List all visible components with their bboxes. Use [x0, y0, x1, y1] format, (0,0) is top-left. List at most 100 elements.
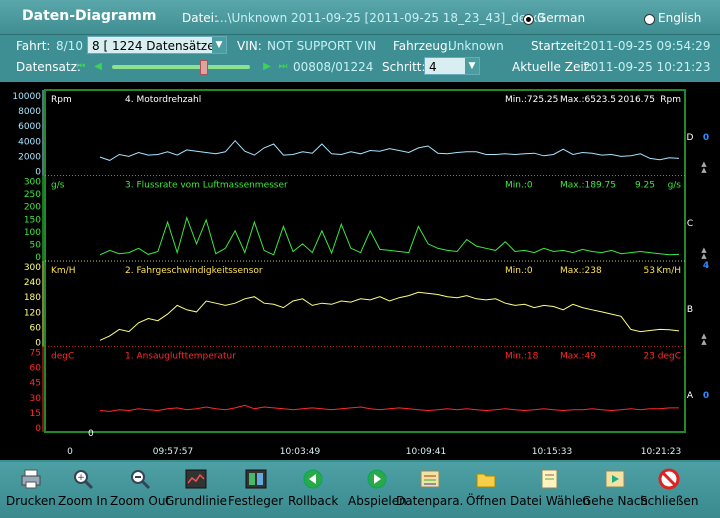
zoom-in-icon: +: [58, 468, 108, 490]
grundlinie-button[interactable]: Grundlinie: [165, 466, 227, 516]
english-label[interactable]: English: [658, 11, 701, 25]
festleger-button[interactable]: Festleger: [228, 466, 283, 516]
series-line-B: [99, 291, 680, 341]
fahrt-select[interactable]: 8 [ 1224 Datensätze] ▼: [87, 36, 227, 54]
y-tick-label: 8000: [18, 107, 41, 117]
close-icon: [640, 468, 698, 490]
panel-unit: g/s: [51, 181, 65, 191]
panel-unit: Km/H: [51, 266, 75, 276]
next-record-icon[interactable]: ▶: [262, 61, 272, 73]
festleger-label: Festleger: [228, 494, 284, 508]
datei-waehlen-label: Datei Wählen: [510, 494, 591, 508]
german-radio[interactable]: [523, 14, 534, 25]
grundlinie-label: Grundlinie: [165, 494, 228, 508]
window-title: Daten-Diagramm: [22, 8, 157, 24]
scroll-arrow-icon[interactable]: ▲: [701, 252, 707, 260]
chevron-down-icon[interactable]: ▼: [465, 58, 479, 74]
aktuelle-zeit-value: 2011-09-25 10:21:23: [583, 60, 711, 74]
zoom-in-label: Zoom In: [58, 494, 108, 508]
y-tick-label: 250: [24, 190, 41, 200]
y-tick-label: 0: [35, 168, 41, 178]
schritt-label: Schritt:: [382, 60, 426, 74]
chevron-down-icon[interactable]: ▼: [212, 37, 226, 53]
y-tick-label: 45: [30, 379, 41, 389]
y-tick-label: 75: [30, 349, 41, 359]
bottom-toolbar: Drucken + Zoom In Zoom Out Grundlinie Festleg…: [0, 462, 720, 518]
y-tick-label: 0: [35, 424, 41, 434]
series-line-C: [99, 216, 680, 256]
rollback-label: Rollback: [288, 494, 339, 508]
svg-text:+: +: [77, 473, 85, 483]
panel-current-unit: degC: [658, 352, 681, 362]
data-chart[interactable]: 1000080006000400020000Rpm 4. Motordrehzah…: [0, 82, 720, 460]
schritt-select[interactable]: 4 ▼: [424, 57, 480, 75]
first-record-icon[interactable]: ⏮: [76, 61, 86, 73]
fahrzeug-value: Unknown: [448, 39, 504, 53]
scroll-arrow-icon[interactable]: ▲: [701, 166, 707, 174]
x-tick-label: 10:03:49: [280, 447, 321, 457]
panel-current: 2016.75: [618, 95, 655, 105]
record-slider[interactable]: [112, 65, 250, 69]
panel-unit: degC: [51, 352, 74, 362]
panel-current: 53: [644, 266, 655, 276]
datensatz-value: 00808/01224: [293, 60, 374, 74]
gehe-nach-label: Gehe Nach: [582, 494, 649, 508]
panel-min: Min.:18: [505, 352, 539, 362]
y-tick-label: 120: [24, 308, 41, 318]
datei-waehlen-button[interactable]: Datei Wählen: [510, 466, 590, 516]
panel-name: 2. Fahrgeschwindigkeitssensor: [125, 266, 263, 276]
prev-record-icon[interactable]: ◀: [93, 61, 103, 73]
y-tick-label: 300: [24, 263, 41, 273]
y-tick-label: 2000: [18, 152, 41, 162]
panel-max: Max.:189.75: [560, 181, 616, 191]
rollback-button[interactable]: Rollback: [288, 466, 338, 516]
german-label[interactable]: German: [537, 11, 585, 25]
series-line-D: [99, 139, 680, 161]
zoom-out-icon: [110, 468, 170, 490]
title-bar: Daten-Diagramm Datei: ...\Unknown 2011-0…: [0, 0, 720, 35]
series-line-A: [99, 404, 679, 412]
oeffnen-button[interactable]: Öffnen: [466, 466, 506, 516]
fahrzeug-label: Fahrzeug:: [393, 39, 452, 53]
fahrt-value: 8/10: [56, 39, 83, 53]
y-tick-label: 300: [24, 178, 41, 188]
datei-value: ...\Unknown 2011-09-25 [2011-09-25 18_23…: [216, 11, 545, 25]
rollback-icon: [288, 468, 338, 490]
baseline-icon: [165, 468, 227, 490]
slider-thumb[interactable]: [200, 60, 209, 75]
zoom-in-button[interactable]: + Zoom In: [58, 466, 108, 516]
x-tick-label: 10:09:41: [406, 447, 446, 457]
zoom-out-button[interactable]: Zoom Out: [110, 466, 170, 516]
fahrt-label: Fahrt:: [16, 39, 51, 53]
side-value: 0: [703, 391, 709, 401]
folder-open-icon: [466, 468, 506, 490]
y-tick-label: 30: [30, 394, 42, 404]
scroll-arrow-icon[interactable]: ▲: [701, 338, 707, 346]
side-label-B: B: [687, 305, 693, 315]
drucken-button[interactable]: Drucken: [6, 466, 56, 516]
panel-current: 9.25: [635, 181, 655, 191]
goto-icon: [582, 468, 648, 490]
panel-current-unit: Rpm: [660, 95, 681, 105]
y-tick-label: 180: [24, 293, 41, 303]
aktuelle-zeit-label: Aktuelle Zeit:: [512, 60, 593, 74]
gehe-nach-button[interactable]: Gehe Nach: [582, 466, 648, 516]
schliessen-button[interactable]: Schließen: [640, 466, 698, 516]
english-radio[interactable]: [644, 14, 655, 25]
panel-max: Max.:6523.5: [560, 95, 616, 105]
datei-label: Datei:: [182, 11, 219, 25]
panel-name: 3. Flussrate vom Luftmassenmesser: [125, 181, 288, 191]
y-tick-label: 15: [30, 409, 41, 419]
y-tick-label: 0: [35, 339, 41, 349]
y-tick-label: 4000: [18, 137, 41, 147]
panel-name: 1. Ansauglufttemperatur: [125, 352, 236, 362]
last-record-icon[interactable]: ⏭: [278, 61, 288, 73]
panel-min: Min.:725.25: [505, 95, 558, 105]
y-tick-label: 60: [30, 364, 42, 374]
schliessen-label: Schließen: [640, 494, 699, 508]
side-value: 0: [703, 133, 709, 143]
y-tick-label: 150: [24, 215, 41, 225]
datenpara-button[interactable]: Datenpara.: [396, 466, 463, 516]
vin-label: VIN:: [237, 39, 262, 53]
panel-current-unit: Km/H: [657, 266, 681, 276]
